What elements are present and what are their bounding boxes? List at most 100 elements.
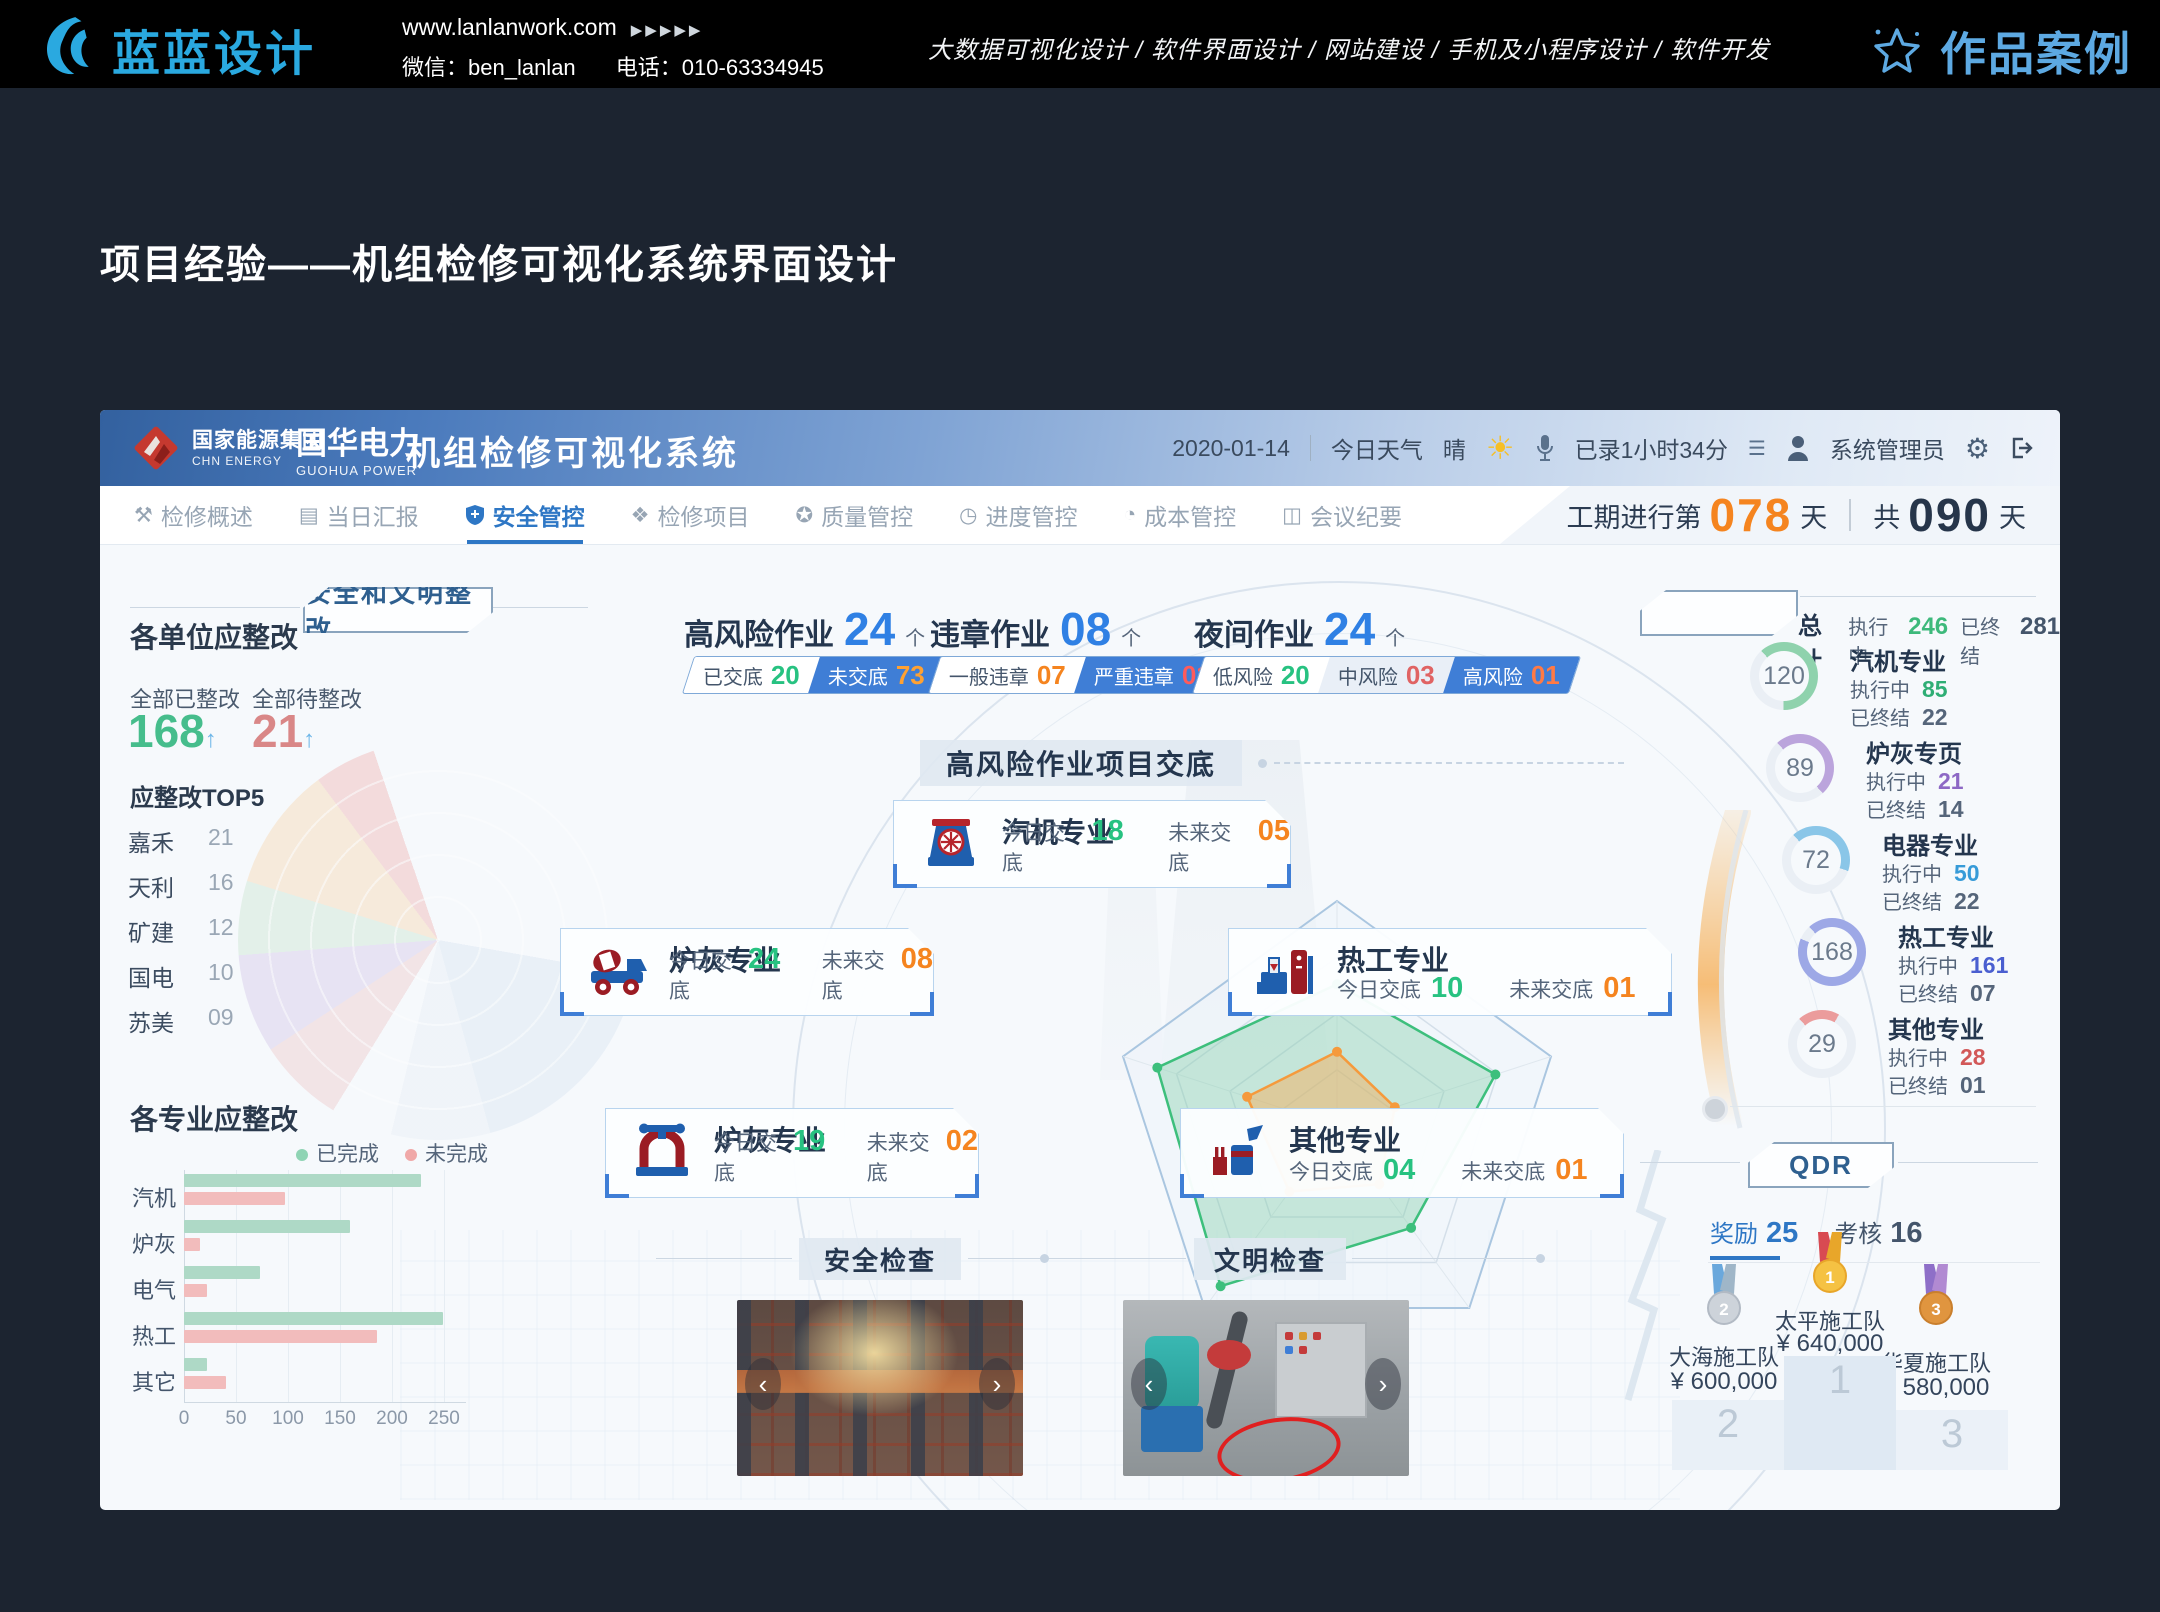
services-list: 大数据可视化设计 / 软件界面设计 / 网站建设 / 手机及小程序设计 / 软件… xyxy=(928,30,1770,65)
axis-baseline xyxy=(184,1402,466,1403)
portfolio-link[interactable]: 作品案例 xyxy=(1868,18,2132,84)
bar-todo xyxy=(184,1284,207,1297)
decor-line xyxy=(1640,1162,1740,1163)
tab-repair-projects[interactable]: ❖检修项目 xyxy=(631,486,750,544)
done-value: 168↑ xyxy=(128,704,217,758)
axis-tick-label: 250 xyxy=(424,1408,464,1430)
gold-medal-icon: 1 xyxy=(1802,1232,1858,1304)
user-icon xyxy=(1786,435,1810,461)
carousel-next-button[interactable]: › xyxy=(979,1358,1015,1410)
stat-night-badge: 低风险20 中风险03 高风险01 xyxy=(1192,656,1581,694)
podium-step-1: 1 xyxy=(1784,1356,1896,1470)
card-ash-specialty: 炉灰专业 今日交底24 未来交底08 xyxy=(560,928,934,1016)
top5-item-value: 21 xyxy=(208,824,234,851)
donut-chart: 29 xyxy=(1788,1010,1856,1078)
sun-icon: ☀ xyxy=(1486,429,1515,467)
stat-night-title: 夜间作业24个 xyxy=(1194,602,1405,656)
bar-todo xyxy=(184,1376,226,1389)
workticket-row: 29 其他专业 执行中28 已终结01 xyxy=(1788,1010,2060,1100)
card-thermal-specialty: 热工专业 今日交底10 未来交底01 xyxy=(1228,928,1672,1016)
contact-info: 微信：ben_lanlan 电话：010-63334945 xyxy=(402,50,858,82)
pie-icon: ◔ xyxy=(1123,503,1136,527)
project-schedule: 工期进行第 078 天 共 090 天 xyxy=(1567,486,2027,544)
weather-label: 今日天气 xyxy=(1331,431,1423,465)
bar-done xyxy=(184,1312,443,1325)
silver-medal-icon: 2 xyxy=(1696,1264,1752,1336)
tab-safety-control[interactable]: 安全管控 xyxy=(465,486,585,544)
stat-highrisk-badge: 已交底20 未交底73 xyxy=(682,656,946,694)
tab-cost-control[interactable]: ◔成本管控 xyxy=(1123,486,1236,544)
radar-data-point xyxy=(1490,1070,1500,1080)
turbine-machine-icon xyxy=(920,813,982,875)
top5-item-value: 09 xyxy=(208,1004,234,1031)
top5-item-name: 苏美 xyxy=(128,1004,174,1038)
connector-dot xyxy=(1536,1254,1545,1263)
log-list-icon[interactable]: ☰ xyxy=(1748,436,1766,461)
microphone-icon[interactable] xyxy=(1535,434,1555,462)
top5-item-name: 国电 xyxy=(128,959,174,993)
axis-tick-label: 200 xyxy=(372,1408,412,1430)
decor-line xyxy=(1898,1162,2038,1163)
radar-data-point xyxy=(1406,1223,1416,1233)
connector-dot xyxy=(1258,759,1267,768)
lanlan-logo-icon[interactable] xyxy=(36,14,98,76)
specialty-rectify-title: 各专业应整改 xyxy=(130,1098,298,1138)
stat-highrisk-title: 高风险作业24个 xyxy=(684,602,925,656)
top5-item-value: 10 xyxy=(208,959,234,986)
bar-category-label: 热工 xyxy=(120,1319,176,1351)
tab-quality-control[interactable]: ✪质量管控 xyxy=(796,486,914,544)
brand-name[interactable]: 蓝蓝设计 xyxy=(112,14,316,84)
carousel-prev-button[interactable]: ‹ xyxy=(745,1358,781,1410)
orange-crescent-decor xyxy=(1660,810,1800,1130)
todo-value: 21↑ xyxy=(252,704,315,758)
tab-overview[interactable]: ⚒检修概述 xyxy=(134,486,253,544)
tab-reward[interactable]: 奖励25 xyxy=(1710,1214,1798,1250)
tab-daily-report[interactable]: ▤当日汇报 xyxy=(299,486,419,544)
bar-category-label: 汽机 xyxy=(120,1181,176,1213)
top5-item-name: 嘉禾 xyxy=(128,824,174,858)
medal-icon: ✪ xyxy=(796,503,814,528)
photo-valve-ball xyxy=(1207,1340,1251,1370)
card-other-specialty: 其他专业 今日交底04 未来交底01 xyxy=(1180,1108,1624,1198)
carousel-prev-button[interactable]: ‹ xyxy=(1131,1358,1167,1410)
clock-icon: ◷ xyxy=(959,503,977,528)
settings-gear-icon[interactable]: ⚙ xyxy=(1965,432,1990,465)
timeline-dot[interactable] xyxy=(1702,1096,1728,1122)
workticket-badge xyxy=(1640,590,1798,636)
chn-energy-logo xyxy=(130,422,182,474)
logout-icon[interactable] xyxy=(2010,436,2034,460)
bar-legend: 已完成 未完成 xyxy=(296,1138,488,1168)
left-section-badge: 安全和文明整改 xyxy=(303,587,493,633)
donut-chart: 89 xyxy=(1766,734,1834,802)
site-banner: 蓝蓝设计 www.lanlanwork.com▶▶▶▶▶ 微信：ben_lanl… xyxy=(0,0,2160,88)
decor-line xyxy=(130,607,300,608)
connector-dashed-line xyxy=(1274,762,1624,764)
bar-todo xyxy=(184,1192,285,1205)
username[interactable]: 系统管理员 xyxy=(1830,431,1945,465)
connector-dot xyxy=(1040,1254,1049,1263)
tab-progress-control[interactable]: ◷进度管控 xyxy=(959,486,1077,544)
calendar-icon: ▤ xyxy=(299,503,319,528)
mixer-truck-icon xyxy=(587,943,651,1001)
grid-line xyxy=(340,1170,341,1402)
safety-check-photo[interactable]: ‹ › xyxy=(737,1300,1023,1476)
tab-meeting-minutes[interactable]: ◫会议纪要 xyxy=(1282,486,1402,544)
current-date: 2020-01-14 xyxy=(1172,435,1290,462)
photo-control-cabinet xyxy=(1275,1322,1367,1418)
wechat-label: 微信：ben_lanlan xyxy=(402,55,576,80)
svg-text:1: 1 xyxy=(1825,1268,1834,1287)
tools-icon: ⚒ xyxy=(134,503,153,528)
top5-item-name: 天利 xyxy=(128,869,174,903)
donut-chart: 120 xyxy=(1750,642,1818,710)
website-link[interactable]: www.lanlanwork.com▶▶▶▶▶ xyxy=(402,14,703,41)
carousel-next-button[interactable]: › xyxy=(1365,1358,1401,1410)
units-rectify-title: 各单位应整改 xyxy=(130,616,298,656)
divider xyxy=(1310,435,1311,461)
workticket-row: 168 热工专业 执行中161 已终结07 xyxy=(1798,918,2060,1008)
days-total: 090 xyxy=(1908,488,1991,542)
legend-dot-done xyxy=(296,1149,308,1161)
civil-check-photo[interactable]: ‹ › xyxy=(1123,1300,1409,1476)
axis-tick-label: 150 xyxy=(320,1408,360,1430)
radar-data-point xyxy=(1216,1281,1226,1291)
record-duration: 已录1小时34分 xyxy=(1575,431,1728,465)
